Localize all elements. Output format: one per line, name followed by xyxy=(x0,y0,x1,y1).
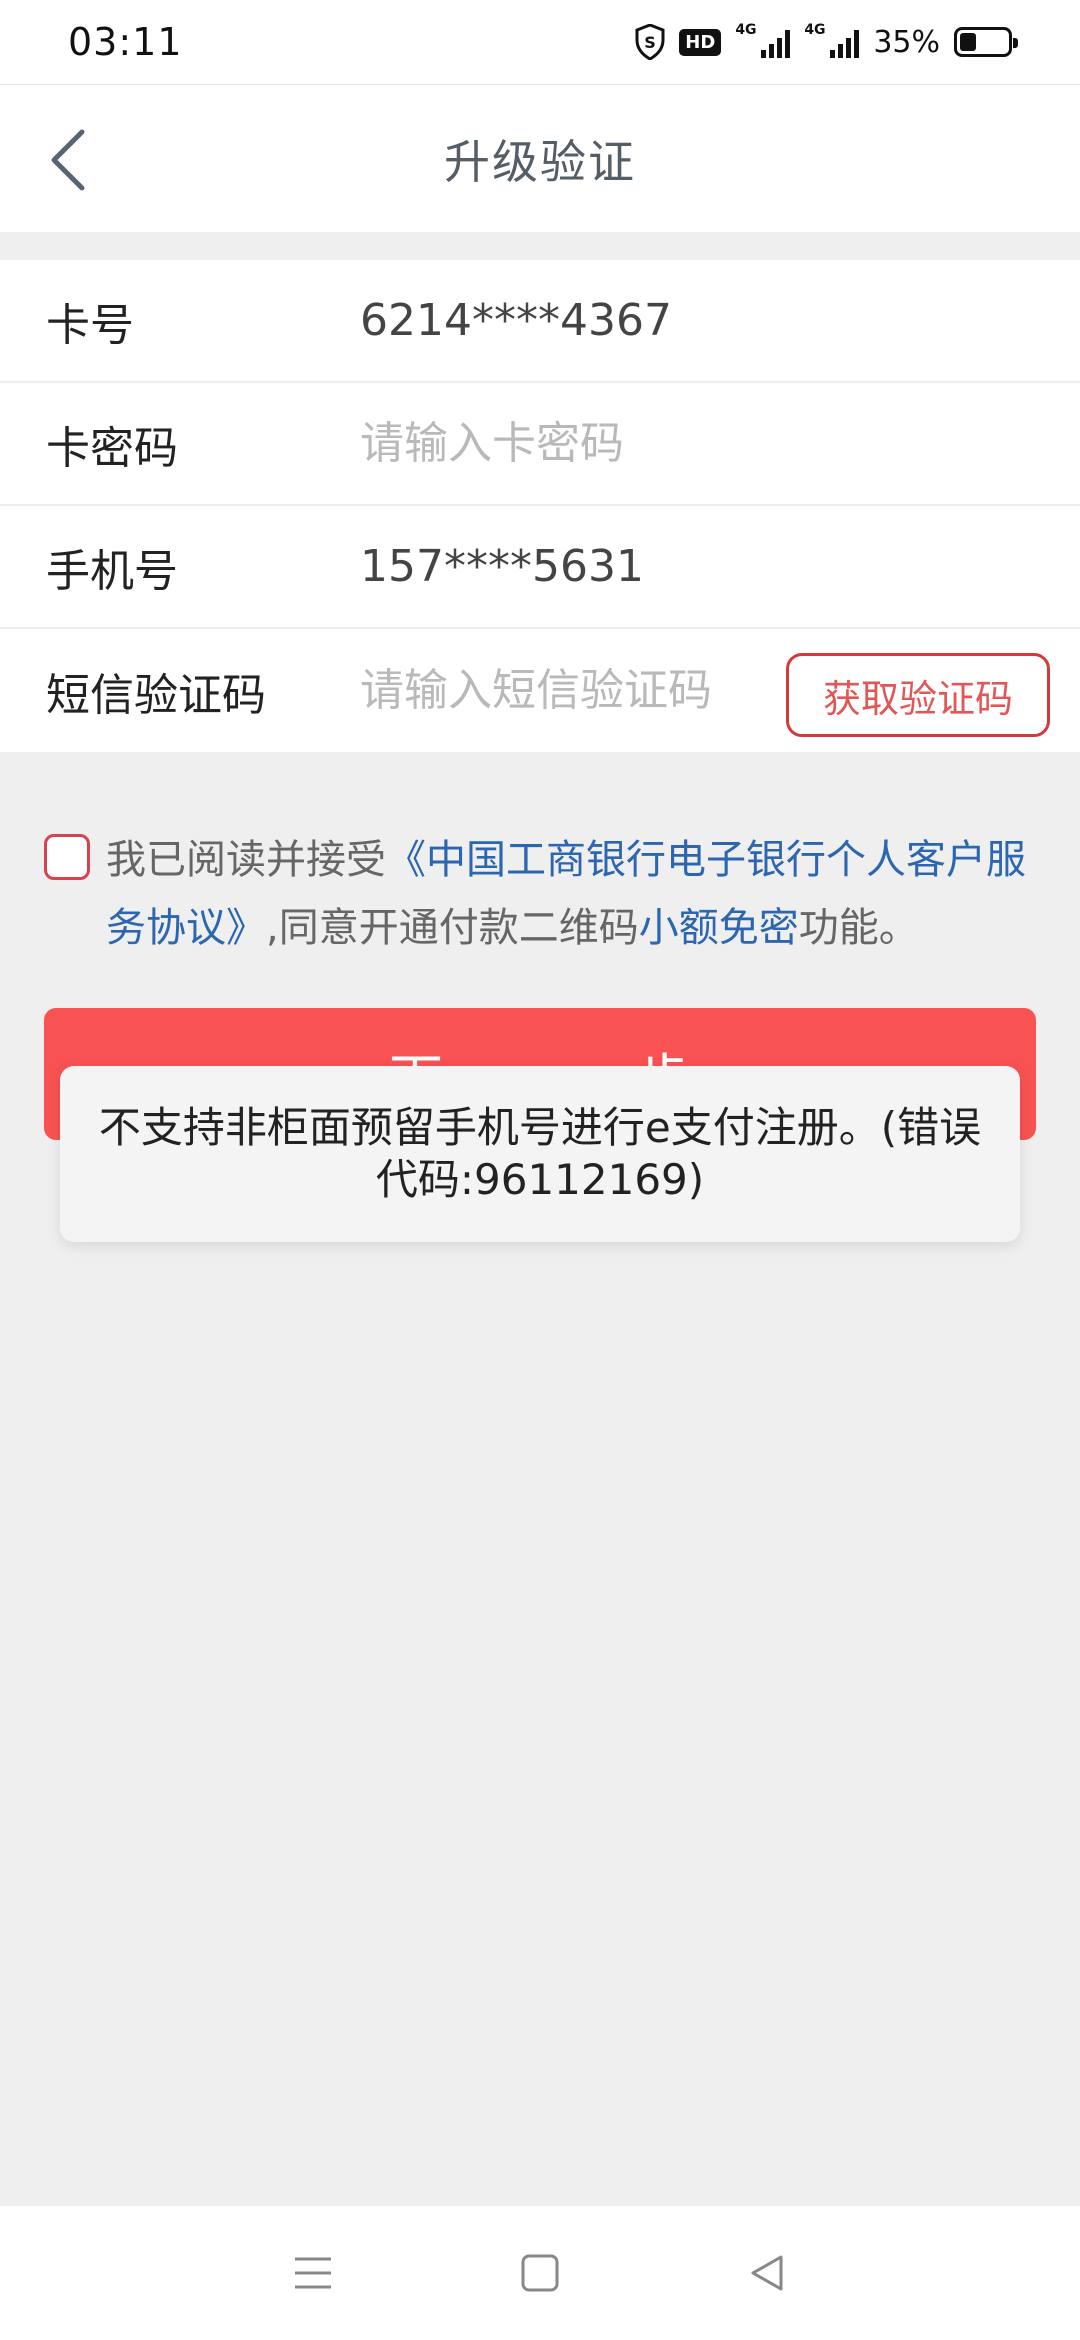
menu-icon xyxy=(295,2257,332,2289)
sms-code-input[interactable] xyxy=(360,665,780,716)
sms-code-row: 短信验证码 获取验证码 xyxy=(0,629,1080,752)
signal-icon-2: 4G xyxy=(804,22,860,58)
phone-row: 手机号 157****5631 xyxy=(0,506,1080,629)
shield-icon: S xyxy=(635,24,665,60)
menu-button[interactable] xyxy=(273,2233,353,2313)
agreement-checkbox[interactable] xyxy=(44,834,90,880)
agreement-middle: ,同意开通付款二维码 xyxy=(266,905,639,951)
hd-icon: HD xyxy=(679,28,722,56)
header-bar: 升级验证 xyxy=(0,84,1080,232)
card-password-row: 卡密码 xyxy=(0,383,1080,506)
battery-percent: 35% xyxy=(873,24,940,60)
card-password-input[interactable] xyxy=(360,418,780,469)
signal-icon-1: 4G xyxy=(735,22,791,58)
svg-text:S: S xyxy=(645,33,657,52)
back-button[interactable] xyxy=(38,125,98,195)
square-home-icon xyxy=(521,2254,559,2292)
sms-code-label: 短信验证码 xyxy=(46,669,266,721)
page-title: 升级验证 xyxy=(444,134,636,189)
phone-value: 157****5631 xyxy=(360,541,644,592)
small-amount-link[interactable]: 小额免密 xyxy=(639,905,799,951)
card-number-label: 卡号 xyxy=(46,299,134,351)
status-bar: 03:11 S HD 4G 4G 35% xyxy=(0,0,1080,84)
toast-message: 不支持非柜面预留手机号进行e支付注册。(错误代码:96112169) xyxy=(98,1103,982,1204)
verification-form: 卡号 6214****4367 卡密码 手机号 157****5631 短信验证… xyxy=(0,260,1080,752)
triangle-back-icon xyxy=(751,2255,783,2291)
card-number-value: 6214****4367 xyxy=(360,295,672,346)
get-sms-code-button[interactable]: 获取验证码 xyxy=(786,653,1050,737)
status-time: 03:11 xyxy=(68,20,183,64)
chevron-left-icon xyxy=(51,129,85,191)
agreement-suffix: 功能。 xyxy=(798,905,919,951)
agreement-text: 我已阅读并接受《中国工商银行电子银行个人客户服务协议》,同意开通付款二维码小额免… xyxy=(106,826,1044,962)
system-nav-bar xyxy=(0,2206,1080,2340)
battery-icon xyxy=(954,27,1018,57)
agreement-prefix: 我已阅读并接受 xyxy=(106,837,386,883)
status-icons: S HD 4G 4G 35% xyxy=(635,22,1018,60)
agreement-section: 我已阅读并接受《中国工商银行电子银行个人客户服务协议》,同意开通付款二维码小额免… xyxy=(44,826,1044,962)
card-number-row: 卡号 6214****4367 xyxy=(0,260,1080,383)
phone-label: 手机号 xyxy=(46,545,178,597)
card-password-label: 卡密码 xyxy=(46,422,178,474)
home-button[interactable] xyxy=(500,2233,580,2313)
system-back-button[interactable] xyxy=(727,2233,807,2313)
error-toast: 不支持非柜面预留手机号进行e支付注册。(错误代码:96112169) xyxy=(60,1066,1020,1242)
